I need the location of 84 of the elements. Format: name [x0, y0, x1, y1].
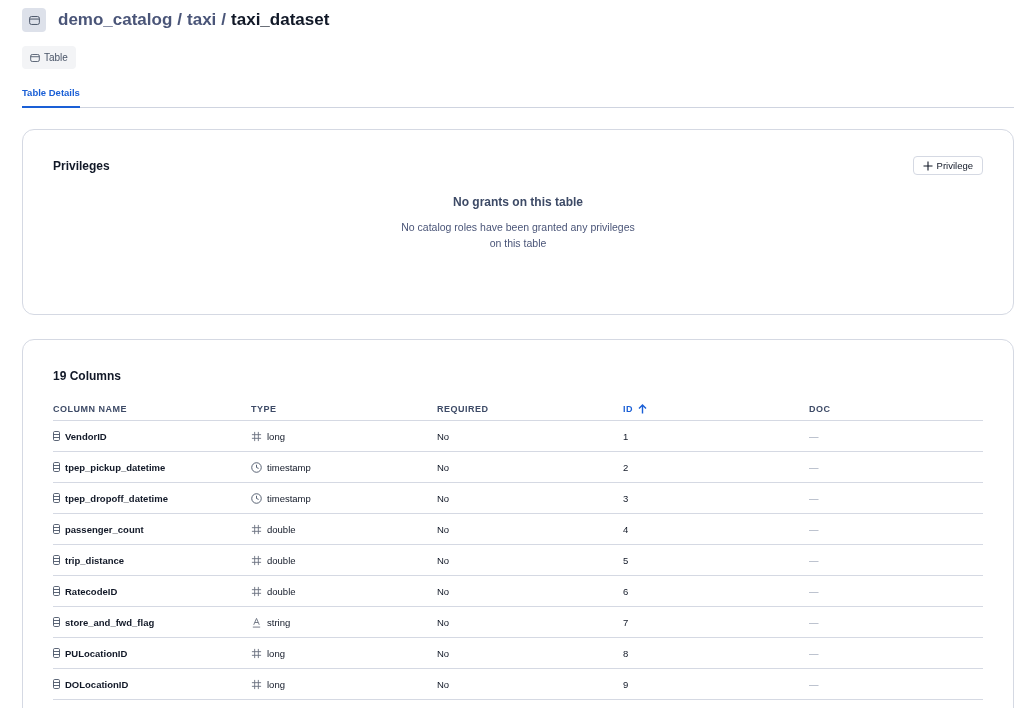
doc-value: — — [809, 492, 819, 504]
column-icon — [53, 431, 60, 441]
page-title: taxi_dataset — [231, 10, 330, 30]
doc-value: — — [809, 678, 819, 690]
id-value: 5 — [623, 554, 629, 566]
breadcrumb-separator: / — [177, 10, 183, 30]
required-value: No — [437, 461, 450, 473]
id-value: 3 — [623, 492, 629, 504]
hash-icon — [251, 523, 262, 535]
column-name: tpep_dropoff_datetime — [65, 492, 168, 504]
column-type: long — [267, 647, 285, 659]
column-name: tpep_pickup_datetime — [65, 461, 166, 473]
table-icon — [30, 53, 40, 62]
column-name: passenger_count — [65, 523, 144, 535]
required-value: No — [437, 647, 450, 659]
doc-value: — — [809, 616, 819, 628]
doc-value: — — [809, 523, 819, 535]
required-value: No — [437, 678, 450, 690]
column-name: VendorID — [65, 430, 107, 442]
column-type: double — [267, 523, 296, 535]
breadcrumb-link[interactable]: taxi — [187, 10, 217, 30]
column-icon — [53, 617, 60, 627]
column-header[interactable]: ID — [623, 404, 647, 414]
column-header[interactable]: REQUIRED — [437, 404, 489, 414]
letter-a-icon — [251, 616, 262, 628]
card-title: 19 Columns — [53, 369, 121, 383]
column-type: timestamp — [267, 461, 311, 473]
doc-value: — — [809, 461, 819, 473]
column-icon — [53, 586, 60, 596]
add-privilege-button[interactable]: Privilege — [912, 156, 983, 175]
id-value: 7 — [623, 616, 629, 628]
hash-icon — [251, 585, 262, 597]
table-icon — [22, 8, 46, 32]
id-value: 6 — [623, 585, 629, 597]
column-icon — [53, 679, 60, 689]
doc-value: — — [809, 430, 819, 442]
column-name: store_and_fwd_flag — [65, 616, 155, 628]
column-name: RatecodeID — [65, 585, 118, 597]
column-name: PULocationID — [65, 647, 128, 659]
empty-description: No catalog roles have been granted any privileges on this table — [400, 220, 636, 251]
id-value: 1 — [623, 430, 629, 442]
column-icon — [53, 462, 60, 472]
required-value: No — [437, 616, 450, 628]
doc-value: — — [809, 647, 819, 659]
tab[interactable]: Table Details — [22, 87, 80, 108]
breadcrumb-separator: / — [221, 10, 227, 30]
breadcrumb-link[interactable]: demo_catalog — [58, 10, 173, 30]
badge-label: Table — [44, 52, 68, 63]
empty-title: No grants on this table — [453, 195, 583, 209]
required-value: No — [437, 492, 450, 504]
clock-icon — [251, 461, 262, 473]
required-value: No — [437, 430, 450, 442]
column-type: string — [267, 616, 291, 628]
column-icon — [53, 555, 60, 565]
hash-icon — [251, 430, 262, 442]
column-type: long — [267, 678, 285, 690]
column-name: DOLocationID — [65, 678, 129, 690]
required-value: No — [437, 523, 450, 535]
column-header[interactable]: COLUMN NAME — [53, 404, 127, 414]
doc-value: — — [809, 554, 819, 566]
id-value: 9 — [623, 678, 629, 690]
hash-icon — [251, 647, 262, 659]
column-header[interactable]: TYPE — [251, 404, 277, 414]
column-type: long — [267, 430, 285, 442]
column-icon — [53, 493, 60, 503]
id-value: 4 — [623, 523, 629, 535]
plus-icon — [922, 160, 933, 171]
column-icon — [53, 524, 60, 534]
column-type: double — [267, 554, 296, 566]
column-type: double — [267, 585, 296, 597]
doc-value: — — [809, 585, 819, 597]
id-value: 2 — [623, 461, 629, 473]
card-title: Privileges — [53, 158, 110, 173]
column-type: timestamp — [267, 492, 311, 504]
hash-icon — [251, 554, 262, 566]
column-name: trip_distance — [65, 554, 125, 566]
column-icon — [53, 648, 60, 658]
column-header[interactable]: DOC — [809, 404, 831, 414]
id-value: 8 — [623, 647, 629, 659]
required-value: No — [437, 554, 450, 566]
sort-arrow-icon — [638, 404, 647, 414]
required-value: No — [437, 585, 450, 597]
clock-icon — [251, 492, 262, 504]
hash-icon — [251, 678, 262, 690]
